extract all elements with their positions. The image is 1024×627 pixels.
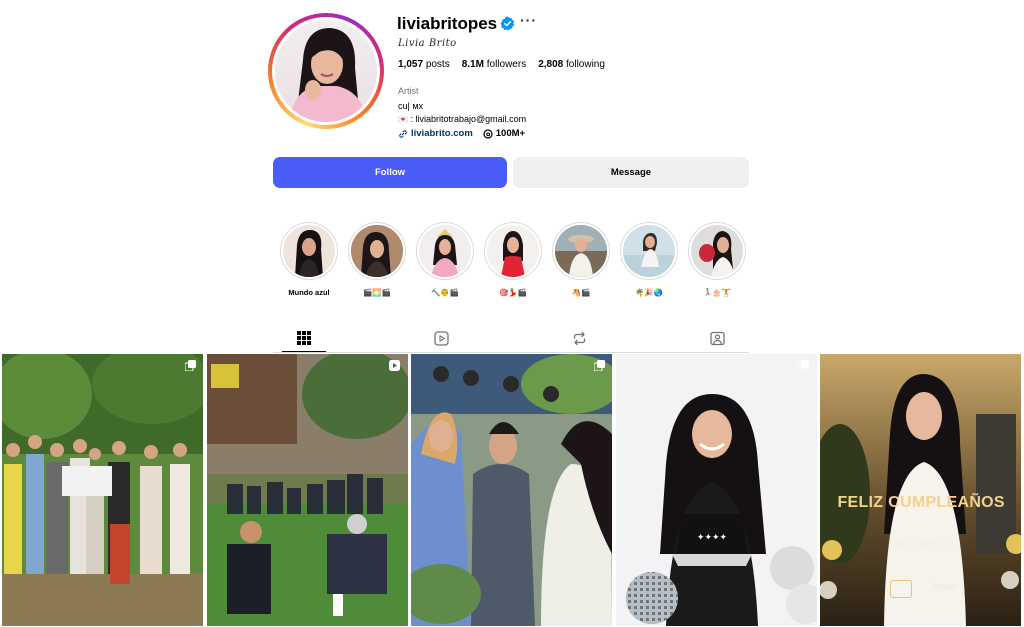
profile-category: Artist: [398, 86, 419, 96]
threads-link[interactable]: 100M+: [483, 128, 525, 139]
grid-icon: [297, 331, 311, 345]
highlight-label: Mundo azul: [288, 288, 330, 297]
highlight-item[interactable]: 🏃🎂🏋: [688, 222, 746, 297]
full-name: Livia Brito: [398, 38, 457, 49]
svg-text:✦✦✦✦: ✦✦✦✦: [697, 532, 728, 542]
reels-icon: [433, 330, 449, 346]
verified-badge-icon: [500, 16, 515, 31]
tab-reposts[interactable]: [566, 326, 592, 350]
highlight-item[interactable]: 🎯💃🎬: [484, 222, 542, 297]
bio-line: cu| мx: [398, 101, 424, 111]
tab-tagged[interactable]: [704, 326, 730, 350]
profile-links: liviabrito.com 100M+: [398, 128, 525, 139]
tab-posts[interactable]: [291, 326, 317, 350]
story-highlights: Mundo azul 🎬🌅🎬 🔨🤴🎬 🎯💃🎬 🐴🎬 🌴🎉🌏 🏃🎂🏋: [280, 222, 746, 297]
website-link[interactable]: liviabrito.com: [398, 128, 473, 139]
post-overlay-name: LIVIA BRITO: [888, 538, 954, 550]
tabs-divider: [273, 352, 749, 353]
carousel-icon: [184, 360, 196, 371]
profile-stats: 1,057 posts 8.1M followers 2,808 followi…: [398, 59, 605, 70]
bio-email-line: 💌 : liviabritotrabajo@gmail.com: [398, 114, 527, 124]
post-logo-icon: [890, 580, 913, 598]
post-logo-text: Amor: [930, 582, 958, 593]
highlight-label: 🏃🎂🏋: [702, 288, 731, 297]
link-icon: [399, 129, 407, 138]
repost-icon: [573, 331, 585, 345]
highlight-item[interactable]: 🌴🎉🌏: [620, 222, 678, 297]
posts-count: 1,057 posts: [398, 59, 450, 70]
carousel-icon: [593, 360, 605, 371]
post-thumbnail[interactable]: [411, 354, 613, 626]
highlight-label: 🌴🎉🌏: [634, 288, 663, 297]
following-count[interactable]: 2,808 following: [538, 59, 605, 70]
message-button[interactable]: Message: [513, 157, 749, 188]
highlight-item[interactable]: 🎬🌅🎬: [348, 222, 406, 297]
highlight-label: 🐴🎬: [571, 288, 591, 297]
carousel-icon: [798, 360, 810, 371]
highlight-item[interactable]: Mundo azul: [280, 222, 338, 297]
highlight-label: 🎯💃🎬: [498, 288, 527, 297]
post-thumbnail[interactable]: FELIZ CUMPLEAÑOS LIVIA BRITO Amor: [820, 354, 1022, 626]
highlight-label: 🔨🤴🎬: [430, 288, 459, 297]
post-thumbnail[interactable]: [2, 354, 204, 626]
post-overlay-title: FELIZ CUMPLEAÑOS: [837, 494, 1005, 511]
threads-icon: [483, 128, 493, 139]
highlight-label: 🎬🌅🎬: [362, 288, 391, 297]
post-thumbnail[interactable]: ✦✦✦✦: [615, 354, 818, 626]
tab-reels[interactable]: [428, 326, 454, 350]
followers-count[interactable]: 8.1M followers: [462, 59, 526, 70]
posts-grid: ✦✦✦✦ FELIZ CUMPLEAÑOS LIVIA BRITO Amor: [2, 354, 1022, 626]
highlight-item[interactable]: 🐴🎬: [552, 222, 610, 297]
follow-button[interactable]: Follow: [273, 157, 507, 188]
profile-avatar[interactable]: [268, 13, 384, 129]
post-thumbnail[interactable]: [206, 354, 409, 626]
tagged-icon: [709, 331, 725, 345]
heart-icon: 💌: [398, 115, 408, 124]
username: liviabritopes: [397, 14, 498, 33]
more-options-icon[interactable]: ···: [520, 12, 537, 28]
highlight-item[interactable]: 🔨🤴🎬: [416, 222, 474, 297]
reel-icon: [389, 360, 401, 371]
active-tab-indicator: [282, 351, 326, 352]
